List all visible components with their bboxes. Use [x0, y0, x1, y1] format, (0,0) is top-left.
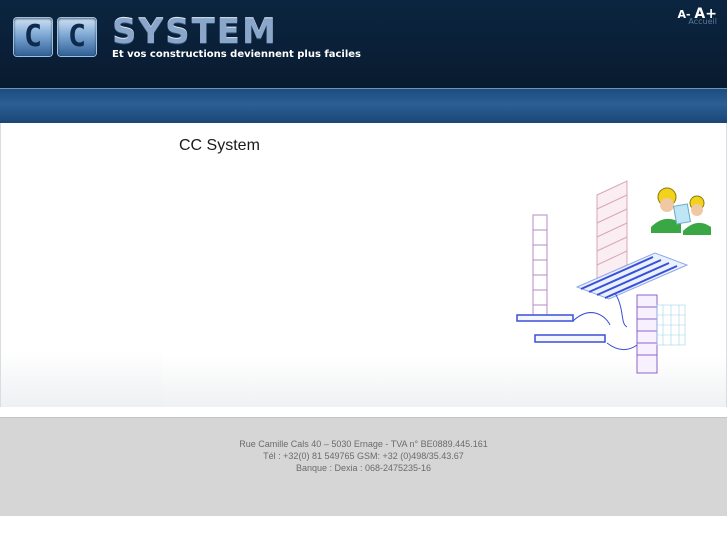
- reinforced-column: [636, 294, 658, 374]
- contact-info: Rue Camille Cals 40 – 5030 Ernage - TVA …: [0, 438, 727, 474]
- address-line: Rue Camille Cals 40 – 5030 Ernage - TVA …: [239, 439, 488, 449]
- main-content: CC System: [163, 123, 727, 407]
- home-link[interactable]: Accueil: [688, 17, 717, 26]
- floor-slab: [575, 252, 689, 300]
- workers-icon: [651, 187, 711, 235]
- construction-illustration: [516, 180, 711, 374]
- site-header: C C SYSTEM Et vos constructions devienne…: [0, 0, 727, 88]
- beam: [516, 314, 606, 343]
- logo-tile-c2: C: [58, 18, 96, 56]
- scaffold-column: [532, 214, 548, 316]
- phone-line: Tél : +32(0) 81 549765 GSM: +32 (0)498/3…: [263, 451, 464, 461]
- site-footer: Rue Camille Cals 40 – 5030 Ernage - TVA …: [0, 417, 727, 516]
- bank-line: Banque : Dexia : 068-2475235-16: [295, 463, 432, 473]
- sidebar: [0, 123, 164, 407]
- slogan: Et vos constructions deviennent plus fac…: [112, 49, 361, 60]
- logo-tile-c1: C: [14, 18, 52, 56]
- page-title: CC System: [179, 137, 260, 154]
- brand-wordmark: SYSTEM: [112, 12, 278, 52]
- mesh-grid: [656, 304, 686, 346]
- cc-logo[interactable]: C C: [14, 18, 96, 56]
- navigation-band: [0, 88, 727, 124]
